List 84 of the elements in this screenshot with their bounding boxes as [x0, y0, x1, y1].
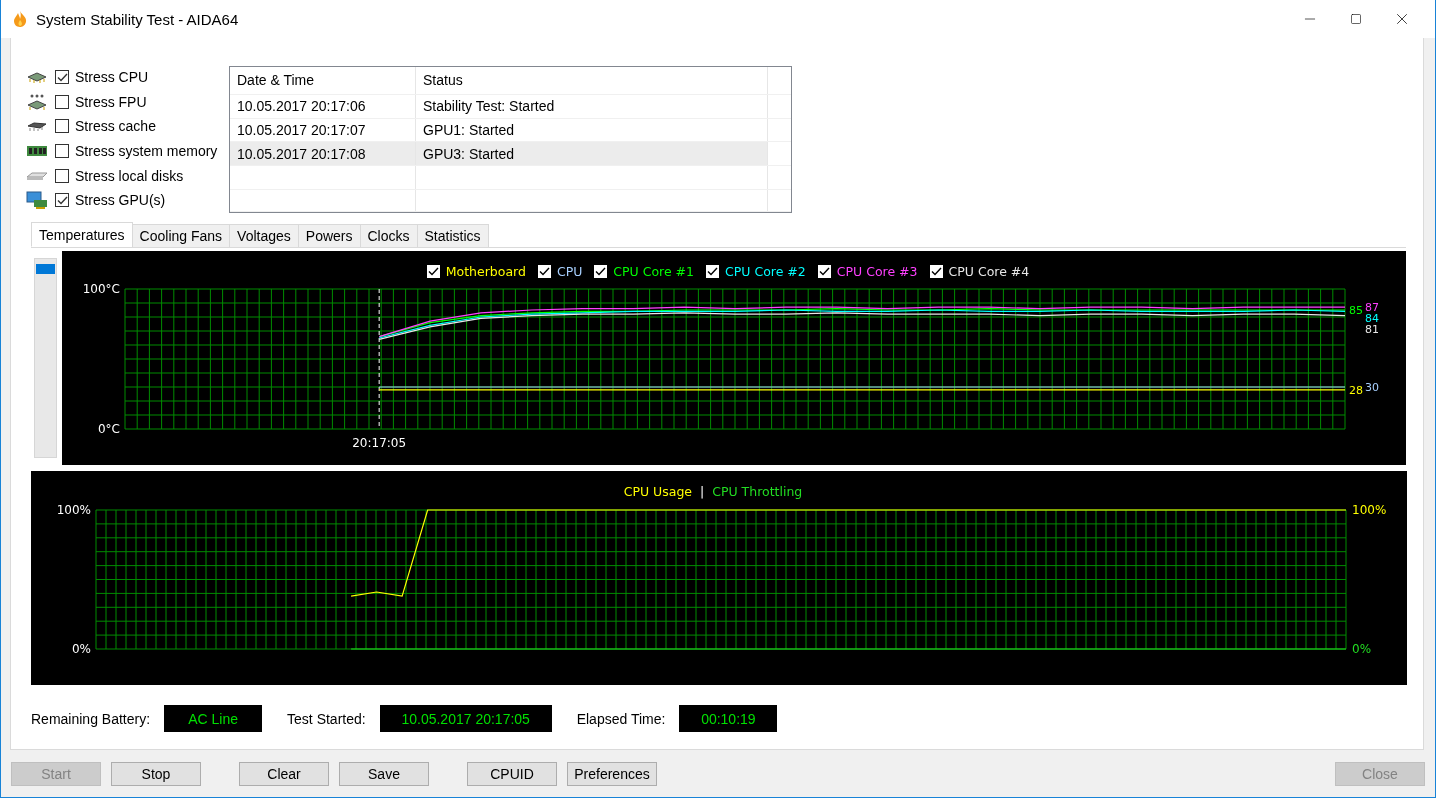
status-label: Remaining Battery:: [31, 710, 151, 727]
check-icon: [818, 266, 830, 276]
checkbox[interactable]: [929, 264, 943, 278]
button[interactable]: Preferences: [567, 762, 657, 786]
checkbox-label: Stress cache: [75, 118, 156, 135]
scrollbar[interactable]: [34, 258, 57, 458]
legend-label: CPU: [556, 263, 583, 279]
tab[interactable]: Statistics: [416, 224, 489, 247]
value-label: 87: [1365, 301, 1379, 315]
check-icon: [707, 266, 719, 276]
button[interactable]: Clear: [239, 762, 329, 786]
memory-module-icon: [26, 145, 48, 158]
checkbox[interactable]: [55, 70, 69, 85]
checkbox[interactable]: [55, 119, 69, 134]
axis-label: 100°C: [82, 282, 120, 296]
checkbox-label: Stress local disks: [75, 167, 184, 184]
value-label: 84: [1365, 312, 1379, 326]
checkbox-label: Stress FPU: [75, 93, 147, 110]
chip-icon: [26, 71, 48, 84]
check-icon: [538, 266, 550, 276]
tab[interactable]: Cooling Fans: [131, 224, 231, 247]
status-value: AC Line: [164, 705, 263, 732]
checkbox[interactable]: [426, 264, 440, 278]
button[interactable]: Stop: [111, 762, 201, 786]
checkbox[interactable]: [55, 193, 69, 208]
checkbox[interactable]: [537, 264, 551, 278]
value-label: 85: [1349, 304, 1363, 317]
axis-label: 0%: [71, 642, 91, 656]
column-header[interactable]: Date & Time: [230, 67, 416, 94]
status-label: Elapsed Time:: [576, 710, 666, 727]
axis-label: 100%: [56, 503, 91, 517]
legend-label: CPU Core #2: [725, 263, 806, 279]
check-icon: [56, 72, 68, 82]
legend-label: CPU Core #3: [836, 263, 918, 279]
flame-icon: [12, 10, 28, 28]
axis-label: 100%: [1352, 503, 1387, 517]
checkbox[interactable]: [706, 264, 720, 278]
column-header[interactable]: Status: [416, 67, 768, 94]
checkbox-label: Stress GPU(s): [75, 192, 166, 209]
chip-icon: [26, 121, 48, 132]
status-value: 00:10:19: [679, 705, 778, 732]
button[interactable]: CPUID: [467, 762, 557, 786]
maximize-icon[interactable]: [1350, 13, 1362, 25]
checkbox[interactable]: [817, 264, 831, 278]
value-label: 30: [1365, 381, 1379, 394]
table-cell: GPU3: Started: [416, 142, 768, 166]
checkbox[interactable]: [594, 264, 608, 278]
scroll-thumb[interactable]: [36, 264, 55, 274]
tab[interactable]: Temperatures: [31, 222, 133, 247]
window-title: System Stability Test - AIDA64: [36, 10, 240, 28]
legend-label: CPU Core #4: [948, 263, 1030, 279]
legend-label: Motherboard: [445, 263, 526, 279]
table-cell: Stability Test: Started: [416, 94, 768, 118]
checkbox[interactable]: [55, 168, 69, 183]
status-value: 10.05.2017 20:17:05: [379, 705, 552, 732]
legend-separator: |: [700, 483, 705, 499]
disk-drive-icon: [26, 170, 48, 181]
chip-icon: [26, 92, 48, 111]
monitor-card-icon: [26, 191, 48, 210]
tab[interactable]: Voltages: [229, 224, 299, 247]
legend-label: CPU Throttling: [712, 483, 803, 499]
axis-label: 0°C: [98, 422, 120, 436]
check-icon: [427, 266, 439, 276]
check-icon: [595, 266, 607, 276]
checkbox[interactable]: [55, 94, 69, 109]
table-cell: 10.05.2017 20:17:06: [230, 94, 416, 118]
checkbox-label: Stress CPU: [75, 69, 149, 86]
table-cell: 10.05.2017 20:17:07: [230, 118, 416, 142]
axis-label: 20:17:05: [352, 436, 407, 450]
checkbox-label: Stress system memory: [75, 143, 218, 160]
tab[interactable]: Clocks: [359, 224, 418, 247]
tab[interactable]: Powers: [297, 224, 361, 247]
status-label: Test Started:: [287, 710, 366, 727]
table-cell: GPU1: Started: [416, 118, 768, 142]
value-label: 28: [1349, 383, 1363, 397]
table-cell: 10.05.2017 20:17:08: [230, 142, 416, 166]
button[interactable]: Save: [339, 762, 429, 786]
legend-label: CPU Usage: [623, 483, 692, 499]
check-icon: [56, 195, 68, 205]
check-icon: [930, 266, 942, 276]
axis-label: 0%: [1352, 642, 1372, 656]
legend-label: CPU Core #1: [613, 263, 695, 279]
checkbox[interactable]: [55, 144, 69, 159]
value-label: 81: [1365, 323, 1379, 337]
